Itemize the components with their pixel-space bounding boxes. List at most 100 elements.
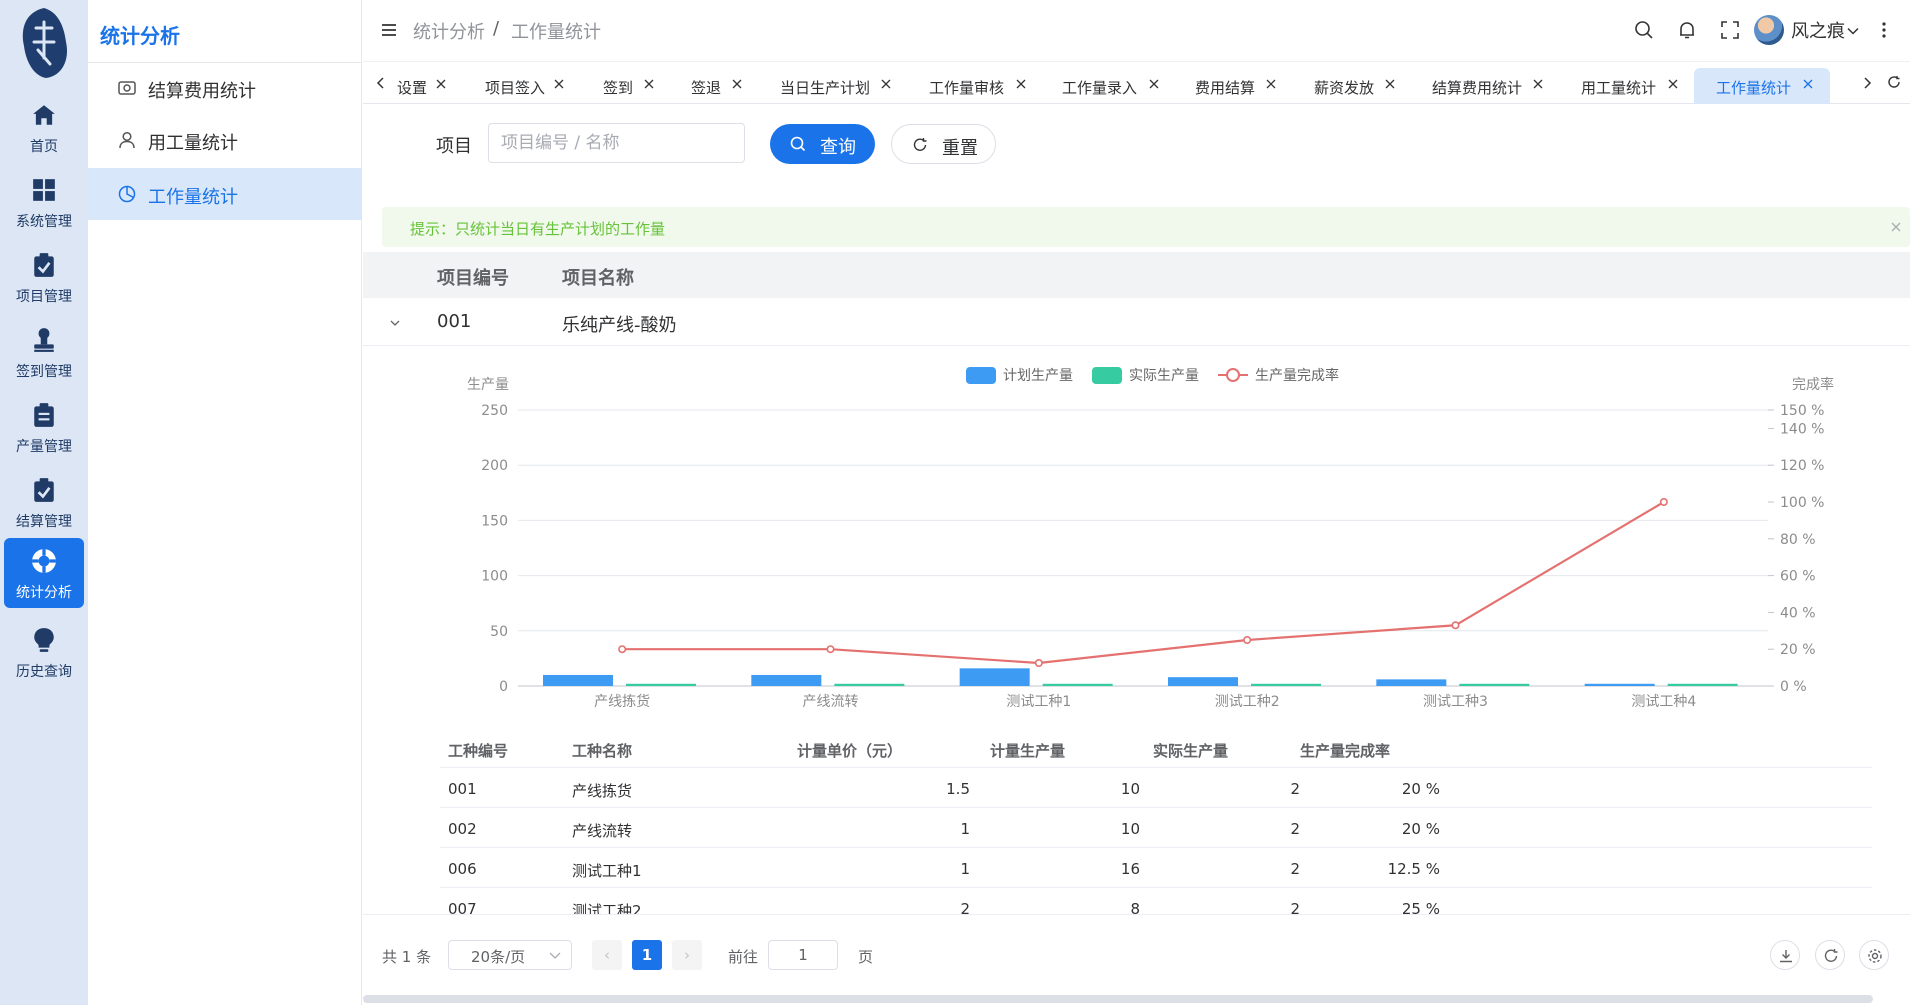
chevron-down-icon[interactable] — [389, 317, 401, 329]
download-icon — [1780, 950, 1792, 963]
fullscreen-icon[interactable] — [1720, 20, 1740, 40]
breadcrumb-item[interactable]: 统计分析 — [413, 18, 485, 44]
project-code-cell: 001 — [437, 311, 472, 332]
detail-table-header: 工种编号 工种名称 计量单价（元） 计量生产量 实际生产量 生产量完成率 — [440, 728, 1872, 768]
bell-icon[interactable] — [1677, 20, 1697, 40]
bar-0 — [543, 674, 613, 686]
legend-label: 实际生产量 — [1129, 368, 1199, 384]
y2-tick-label: 20 % — [1780, 642, 1816, 658]
search-icon — [790, 136, 806, 152]
rail-item-label: 统计分析 — [16, 585, 72, 601]
table-cell: 20 % — [1401, 780, 1440, 798]
goto-page-input[interactable] — [768, 940, 838, 970]
table-row[interactable]: 001 产线拣货 1.5 10 2 20 % — [440, 768, 1872, 808]
close-icon[interactable] — [1384, 78, 1396, 90]
rail-item-home[interactable]: 首页 — [4, 92, 84, 162]
refresh-button[interactable] — [1815, 940, 1845, 970]
table-cell: 产线流转 — [572, 822, 633, 840]
bar-1 — [1042, 683, 1113, 686]
chevron-down-icon[interactable] — [1846, 24, 1860, 38]
money-icon — [118, 81, 136, 95]
tab-salary[interactable]: 薪资发放 — [1314, 68, 1404, 104]
next-page-button[interactable]: › — [672, 940, 702, 970]
more-vertical-icon[interactable] — [1881, 20, 1887, 40]
close-icon[interactable] — [643, 78, 655, 90]
y-tick-label: 200 — [481, 458, 508, 474]
submenu-item-labor-stats[interactable]: 用工量统计 — [88, 114, 362, 166]
submenu-item-workload-stats[interactable]: 工作量统计 — [88, 168, 362, 220]
close-icon[interactable] — [1890, 221, 1902, 233]
tab-daily-plan[interactable]: 当日生产计划 — [780, 68, 900, 104]
breadcrumb-current: 工作量统计 — [511, 22, 601, 43]
grid-icon — [33, 179, 55, 201]
breadcrumb-separator: / — [493, 18, 500, 39]
table-row[interactable]: 001 乐纯产线-酸奶 — [363, 298, 1910, 346]
download-button[interactable] — [1770, 940, 1800, 970]
close-icon[interactable] — [1802, 78, 1814, 90]
rail-item-output[interactable]: 产量管理 — [4, 392, 84, 462]
column-header: 工种编号 — [448, 742, 509, 760]
bar-0 — [1584, 683, 1655, 686]
page-number-button[interactable]: 1 — [632, 940, 662, 970]
project-search-input[interactable] — [488, 123, 745, 163]
rail-item-signin[interactable]: 签到管理 — [4, 317, 84, 387]
project-label: 项目 — [436, 136, 472, 157]
tab-project-checkin[interactable]: 项目签入 — [485, 68, 575, 104]
close-icon[interactable] — [1015, 78, 1027, 90]
reset-button-label: 重置 — [942, 138, 978, 159]
refresh-icon[interactable] — [1887, 75, 1901, 89]
avatar[interactable] — [1754, 15, 1784, 45]
close-icon[interactable] — [1667, 78, 1679, 90]
page-size-select[interactable]: 20条/页 — [448, 940, 572, 970]
close-icon[interactable] — [1148, 78, 1160, 90]
rail-item-project[interactable]: 项目管理 — [4, 242, 84, 312]
table-row[interactable]: 002 产线流转 1 10 2 20 % — [440, 808, 1872, 848]
chevron-right-icon[interactable] — [1861, 76, 1873, 90]
chevron-down-icon — [549, 952, 561, 959]
rail-item-statistics[interactable]: 统计分析 — [4, 538, 84, 608]
reset-button[interactable]: 重置 — [891, 124, 996, 164]
submenu-title: 统计分析 — [100, 24, 180, 48]
close-icon[interactable] — [731, 78, 743, 90]
project-name-cell: 乐纯产线-酸奶 — [562, 315, 677, 336]
rail-item-settlement[interactable]: 结算管理 — [4, 467, 84, 537]
tab-settings[interactable]: 设置 — [397, 68, 457, 104]
rail-item-history[interactable]: 历史查询 — [4, 617, 84, 687]
bar-0 — [1376, 679, 1447, 686]
prev-page-button[interactable]: ‹ — [592, 940, 622, 970]
tab-workload-entry[interactable]: 工作量录入 — [1062, 68, 1167, 104]
close-icon[interactable] — [1532, 78, 1544, 90]
rail-item-label: 结算管理 — [16, 514, 72, 530]
legend-swatch — [1092, 367, 1122, 384]
icon-rail: 首页 系统管理 项目管理 签到管理 产量管理 结算管理 统计分析 历史查询 — [0, 0, 88, 1005]
close-icon[interactable] — [880, 78, 892, 90]
username[interactable]: 风之痕 — [1791, 17, 1845, 43]
horizontal-scrollbar[interactable] — [363, 995, 1873, 1003]
tab-signin[interactable]: 签到 — [603, 68, 663, 104]
rail-item-label: 系统管理 — [16, 214, 72, 230]
table-row[interactable]: 006 测试工种1 1 16 2 12.5 % — [440, 848, 1872, 888]
chevron-left-icon[interactable] — [375, 76, 387, 90]
settings-button[interactable] — [1859, 940, 1889, 970]
x-tick-label: 测试工种4 — [1631, 694, 1696, 710]
query-button[interactable]: 查询 — [770, 124, 875, 164]
close-icon[interactable] — [553, 78, 565, 90]
close-icon[interactable] — [435, 78, 447, 90]
close-icon[interactable] — [1265, 78, 1277, 90]
submenu-item-settlement-stats[interactable]: 结算费用统计 — [88, 62, 362, 114]
column-header: 工种名称 — [572, 742, 633, 760]
search-icon[interactable] — [1634, 20, 1654, 40]
tab-fee-settlement[interactable]: 费用结算 — [1195, 68, 1285, 104]
tab-labor-stats[interactable]: 用工量统计 — [1581, 68, 1686, 104]
table-cell: 产线拣货 — [572, 782, 633, 800]
info-alert: 提示：只统计当日有生产计划的工作量 — [382, 207, 1910, 247]
rail-item-label: 产量管理 — [16, 439, 72, 455]
x-tick-label: 产线拣货 — [594, 693, 650, 710]
hamburger-icon[interactable] — [381, 22, 397, 38]
tab-signout[interactable]: 签退 — [691, 68, 751, 104]
tab-workload-review[interactable]: 工作量审核 — [929, 68, 1034, 104]
rail-item-system[interactable]: 系统管理 — [4, 167, 84, 237]
tab-settlement-stats[interactable]: 结算费用统计 — [1432, 68, 1552, 104]
tab-workload-stats[interactable]: 工作量统计 — [1694, 68, 1830, 104]
completion-rate-line — [622, 501, 1665, 665]
